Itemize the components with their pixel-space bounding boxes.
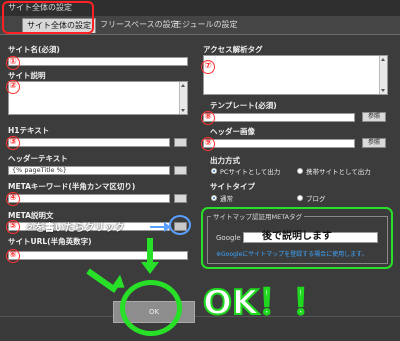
output-pc-label: PCサイトとして出力 bbox=[220, 168, 281, 176]
h1-text-label: H1テキスト bbox=[8, 126, 50, 135]
annotation-blue-circle bbox=[169, 215, 191, 235]
dialog-footer bbox=[0, 316, 400, 341]
annotation-9: ⑨ bbox=[201, 137, 215, 151]
site-type-blog-label: ブログ bbox=[306, 195, 326, 203]
annotation-ok-big: OK！！ bbox=[202, 282, 327, 324]
annotation-ok-circle bbox=[120, 280, 182, 336]
meta-keywords-label: METAキーワード(半角カンマ区切り) bbox=[8, 182, 136, 191]
annotation-write-then-click: ②を書いたらクリック bbox=[26, 223, 125, 234]
scroll-down-icon[interactable] bbox=[381, 89, 385, 92]
meta-keywords-input[interactable] bbox=[8, 194, 170, 203]
annotation-down-arrow-shaft bbox=[147, 238, 153, 264]
header-image-browse-button[interactable]: 参照 bbox=[362, 138, 386, 148]
annotation-5: ⑤ bbox=[6, 220, 20, 234]
header-text-edit-button[interactable] bbox=[174, 166, 187, 175]
site-type-blog-radio[interactable] bbox=[297, 195, 303, 201]
annotation-1: ① bbox=[6, 56, 20, 70]
site-url-input[interactable] bbox=[8, 251, 188, 260]
sitemap-note: ※Googleにサイトマップを登録する場合に使用します。 bbox=[216, 251, 368, 258]
site-type-normal-label: 通常 bbox=[220, 195, 233, 203]
annotation-down-arrow-head bbox=[141, 262, 159, 274]
header-text-input[interactable]: {% pageTitle %} bbox=[8, 166, 170, 175]
site-name-label: サイト名(必須) bbox=[8, 45, 60, 54]
access-tag-textarea[interactable] bbox=[203, 55, 388, 95]
annotation-4: ④ bbox=[6, 192, 20, 206]
site-description-textarea[interactable] bbox=[8, 81, 188, 115]
red-highlight-box bbox=[2, 1, 94, 34]
annotation-explain-later: 後で説明します bbox=[262, 231, 332, 242]
header-text-label: ヘッダーテキスト bbox=[8, 154, 68, 163]
site-name-input[interactable] bbox=[8, 57, 188, 66]
h1-edit-button[interactable] bbox=[174, 138, 187, 147]
h1-text-input[interactable] bbox=[8, 138, 170, 147]
scrollbar[interactable] bbox=[379, 56, 387, 94]
sitemap-group-legend: サイトマップ認証用METAタグ bbox=[211, 211, 305, 221]
scroll-down-icon[interactable] bbox=[181, 109, 185, 112]
access-tag-label: アクセス解析タグ bbox=[203, 45, 263, 54]
output-mobile-label: 携帯サイトとして出力 bbox=[306, 168, 371, 176]
google-label: Google bbox=[216, 234, 241, 242]
meta-keywords-edit-button[interactable] bbox=[174, 194, 187, 203]
site-type-label: サイトタイプ bbox=[210, 182, 255, 191]
site-url-label: サイトURL(半角英数字) bbox=[8, 237, 92, 246]
template-input[interactable] bbox=[203, 113, 355, 122]
scroll-up-icon[interactable] bbox=[381, 58, 385, 61]
annotation-7: ⑦ bbox=[201, 60, 215, 74]
annotation-8: ⑧ bbox=[201, 111, 215, 125]
output-mobile-radio[interactable] bbox=[297, 168, 303, 174]
header-image-label: ヘッダー画像 bbox=[210, 127, 255, 136]
header-image-input[interactable] bbox=[203, 139, 355, 148]
output-pc-radio[interactable] bbox=[211, 168, 217, 174]
annotation-6: ⑥ bbox=[6, 249, 20, 263]
output-mode-label: 出力方式 bbox=[210, 156, 240, 165]
template-browse-button[interactable]: 参照 bbox=[362, 112, 386, 122]
template-label: テンプレート(必須) bbox=[210, 101, 277, 110]
site-type-normal-radio[interactable] bbox=[211, 195, 217, 201]
annotation-2: ② bbox=[6, 80, 20, 94]
settings-window: サイト全体の設定 サイト全体の設定 フリースペースの設定 モジュールの設定 サイ… bbox=[0, 0, 400, 341]
annotation-3: ③ bbox=[6, 136, 20, 150]
tab-module[interactable]: モジュールの設定 bbox=[170, 18, 241, 32]
scroll-up-icon[interactable] bbox=[181, 84, 185, 87]
scrollbar[interactable] bbox=[179, 82, 187, 114]
